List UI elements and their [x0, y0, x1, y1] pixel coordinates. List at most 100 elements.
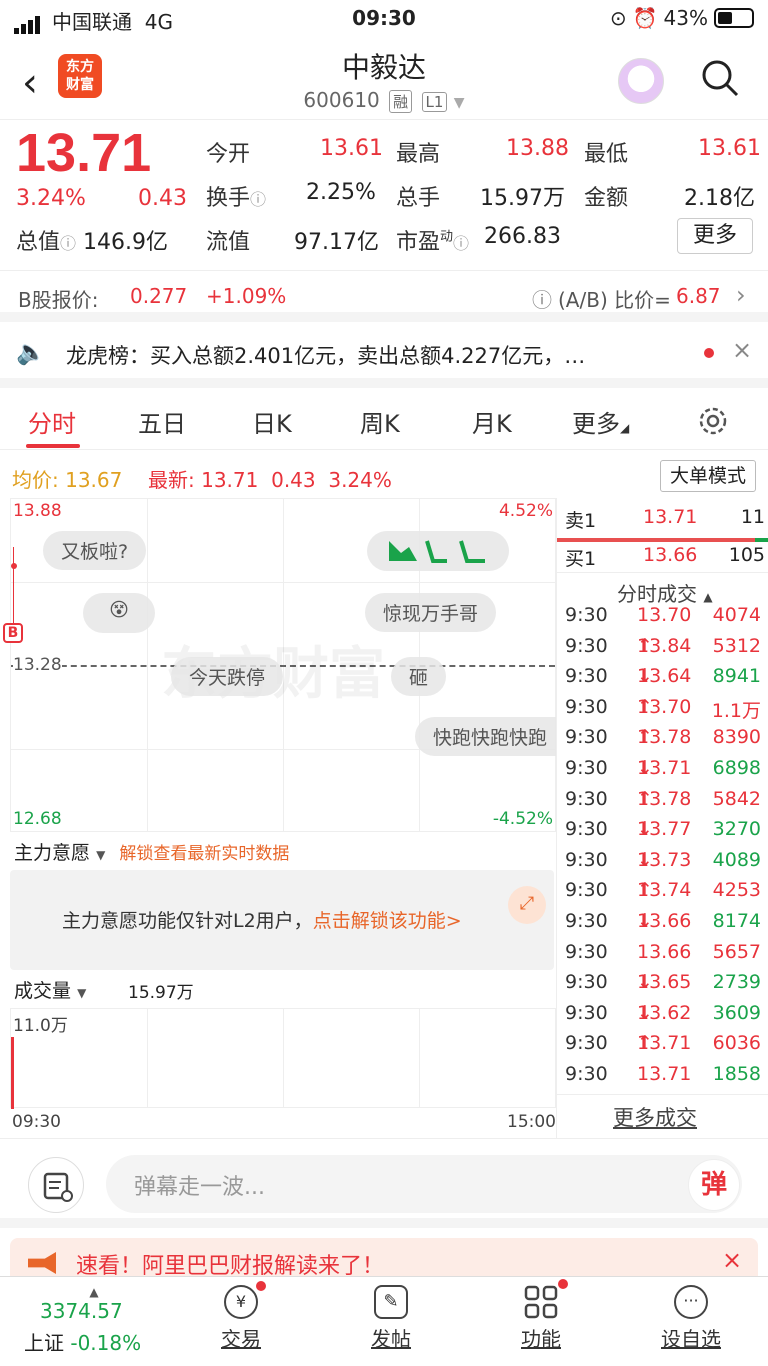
margin-tag: 融 [389, 90, 413, 113]
more-dots-icon: ··· [674, 1285, 708, 1319]
grid-icon [524, 1279, 568, 1319]
stock-code: 600610 [303, 88, 380, 112]
float-value: 97.17亿 [294, 230, 379, 255]
robot-assistant-icon[interactable] [618, 58, 664, 104]
bid-1: 买1 13.66 105 [565, 544, 765, 570]
trade-tick-row: 9:30 13.77 ↓ 3270 [565, 818, 761, 841]
level-tag: L1 [421, 92, 448, 112]
battery-icon [714, 8, 754, 28]
volume-grid: 11.0万 [10, 1008, 556, 1109]
trade-tick-row: 9:30 13.74 ↑ 4253 [565, 879, 761, 902]
nav-add-watchlist[interactable]: ··· 设自选 [636, 1285, 746, 1352]
help-icon[interactable]: ⓘ [532, 284, 552, 313]
ab-ratio-value: 6.87 [676, 284, 721, 308]
danmaku-bar: 弹幕走一波... 弹 [0, 1138, 768, 1228]
volume-label: 总手 [396, 186, 441, 211]
ask-bid-bar [557, 538, 768, 542]
trade-tick-row: 9:30 13.62 ↓ 3609 [565, 1001, 761, 1024]
volume-total: 15.97万 [128, 983, 194, 1003]
more-button[interactable]: 更多 [677, 218, 753, 254]
ask-1: 卖1 13.71 11 [565, 506, 765, 532]
axis-top-pct: 4.52% [498, 501, 553, 521]
b-share-change: +1.09% [206, 284, 287, 308]
more-trades-link[interactable]: 更多成交 [613, 1102, 697, 1132]
danmaku-settings-icon[interactable] [28, 1157, 84, 1213]
low-value: 13.61 [698, 136, 761, 161]
speaker-icon: 🔈 [16, 338, 46, 366]
ab-ratio-label: (A/B) 比价= [558, 288, 671, 312]
main-force-header: 主力意愿 ▼ 解锁查看最新实时数据 [14, 838, 289, 865]
tab-daily-k[interactable]: 日K [252, 404, 292, 439]
trade-tick-row: 9:30 13.65 ↓ 2739 [565, 971, 761, 994]
tab-monthly-k[interactable]: 月K [472, 404, 512, 439]
danmaku-bubble: 今天跌停 [171, 657, 284, 696]
main-force-dropdown[interactable]: 主力意愿 ▼ [14, 842, 105, 864]
danmaku-bubble: 砸 [391, 657, 447, 696]
pe-label: 市盈动ⓘ [396, 229, 470, 255]
info-icon: ⓘ [60, 234, 77, 253]
open-label: 今开 [206, 142, 251, 167]
dragon-tiger-banner[interactable]: 🔈 龙虎榜：买入总额2.401亿元，卖出总额4.227亿元，… × [0, 322, 768, 388]
close-icon[interactable]: × [732, 336, 752, 364]
status-right: ⊙ ⏰ 43% [610, 6, 754, 30]
danmaku-chart-bubble [367, 531, 509, 571]
intraday-chart[interactable]: 东方财富 B 13.88 4.52% 13.28 12.68 -4.52% 又板… [3, 498, 557, 832]
axis-mid-price: 13.28 [13, 655, 62, 675]
trend-down-icon [389, 540, 485, 563]
volume-max-label: 11.0万 [13, 1016, 68, 1036]
index-ticker[interactable]: ▲ 3374.57 上证 -0.18% [24, 1285, 164, 1356]
index-value: 3374.57 [40, 1299, 123, 1323]
danmaku-toggle-button[interactable]: 弹 [688, 1159, 740, 1211]
buy-marker[interactable]: B [3, 623, 23, 643]
volume-chart[interactable]: 成交量 ▼ 15.97万 11.0万 09:30 15:00 [10, 972, 556, 1138]
expand-icon[interactable]: ⤢ [508, 886, 546, 924]
tab-five-day[interactable]: 五日 [138, 404, 186, 439]
active-tab-indicator [26, 444, 80, 448]
order-book: 卖1 13.71 11 买1 13.66 105 分时成交 ▲ 9:30 13.7… [556, 498, 768, 1138]
amount-value: 2.18亿 [684, 186, 755, 211]
main-force-section: 主力意愿 ▼ 解锁查看最新实时数据 主力意愿功能仅针对L2用户，点击解锁该功能>… [10, 832, 556, 972]
danmaku-bubble: 又板啦? [43, 531, 147, 570]
time-end-label: 15:00 [507, 1112, 556, 1132]
lock-rotation-icon: ⊙ [609, 6, 627, 30]
nav-post[interactable]: ✎ 发帖 [336, 1285, 446, 1352]
trade-icon: ¥ [224, 1281, 266, 1319]
alarm-icon: ⏰ [632, 6, 658, 30]
stock-header: ‹ 东方 财富 中毅达 600610 融 L1 ▼ [0, 38, 768, 120]
change-percent: 3.24% [16, 186, 86, 211]
settings-icon[interactable] [696, 404, 730, 438]
price-dot [11, 563, 17, 569]
b-share-price: 0.277 [130, 284, 188, 308]
axis-bottom-pct: -4.52% [492, 809, 553, 829]
dragon-tiger-text: 龙虎榜：买入总额2.401亿元，卖出总额4.227亿元，… [66, 344, 586, 368]
chart-tabs: 分时 五日 日K 周K 月K 更多◢ [0, 388, 768, 450]
b-share-row[interactable]: B股报价: 0.277 +1.09% ⓘ (A/B) 比价= 6.87 › [0, 270, 768, 322]
main-force-locked-panel[interactable]: 主力意愿功能仅针对L2用户，点击解锁该功能> ⤢ [10, 870, 554, 970]
trade-tick-row: 9:30 13.64 ↓ 8941 [565, 665, 761, 688]
chevron-right-icon: › [736, 281, 746, 309]
nav-functions[interactable]: 功能 [486, 1279, 596, 1352]
unlock-feature-link[interactable]: 点击解锁该功能> [313, 910, 462, 932]
trade-tick-row: 9:30 13.78 ↑ 8390 [565, 726, 761, 749]
unlock-link[interactable]: 解锁查看最新实时数据 [119, 844, 289, 864]
tab-more[interactable]: 更多◢ [572, 404, 629, 439]
low-label: 最低 [584, 142, 629, 167]
search-icon[interactable] [700, 58, 740, 98]
trade-tick-row: 9:30 13.71 ↓ 6898 [565, 757, 761, 779]
nav-trade[interactable]: ¥ 交易 [186, 1281, 296, 1352]
volume-bar [11, 1037, 14, 1109]
megaphone-icon [28, 1252, 56, 1274]
big-order-mode-button[interactable]: 大单模式 [660, 460, 756, 492]
danmaku-bubble: 快跑快跑快跑 [415, 717, 557, 756]
trade-tick-row: 9:30 13.70 ↑ 1.1万 [565, 695, 761, 722]
tab-weekly-k[interactable]: 周K [360, 404, 400, 439]
volume-dropdown[interactable]: 成交量 ▼ [14, 976, 86, 1003]
danmaku-bubble: 惊现万手哥 [365, 593, 497, 632]
danmaku-input[interactable]: 弹幕走一波... [106, 1155, 742, 1213]
amount-label: 金额 [584, 186, 629, 211]
high-label: 最高 [396, 142, 441, 167]
turnover-label: 换手ⓘ [206, 186, 267, 211]
close-icon[interactable]: × [722, 1246, 742, 1274]
tab-intraday[interactable]: 分时 [28, 404, 76, 439]
ticks-title[interactable]: 分时成交 ▲ [617, 578, 713, 607]
